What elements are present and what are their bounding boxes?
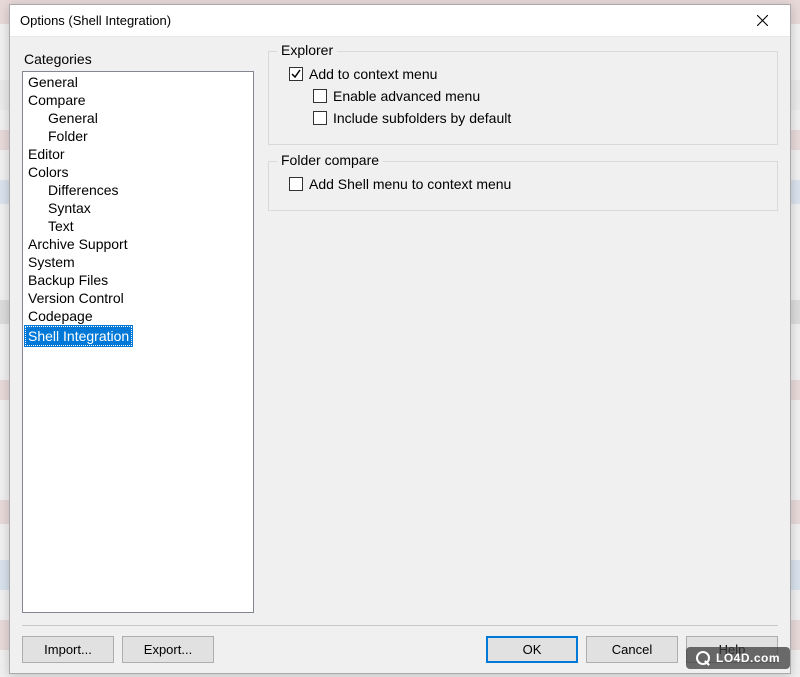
categories-label: Categories (24, 51, 254, 67)
category-item[interactable]: Syntax (24, 198, 95, 218)
watermark-text: LO4D.com (716, 651, 780, 665)
category-item[interactable]: Codepage (24, 306, 97, 326)
add-context-menu-checkbox[interactable] (289, 67, 303, 81)
magnify-icon (696, 651, 710, 665)
export-button[interactable]: Export... (122, 636, 214, 663)
enable-advanced-menu-label: Enable advanced menu (333, 86, 480, 106)
category-item[interactable]: Shell Integration (24, 325, 133, 347)
category-item[interactable]: Archive Support (24, 234, 132, 254)
include-subfolders-label: Include subfolders by default (333, 108, 511, 128)
categories-column: Categories GeneralCompareGeneralFolderEd… (22, 51, 254, 613)
category-item[interactable]: Compare (24, 90, 90, 110)
explorer-group-title: Explorer (277, 42, 337, 58)
close-icon (757, 15, 768, 26)
explorer-group: Explorer Add to context menu Enable adva… (268, 51, 778, 145)
watermark: LO4D.com (686, 647, 790, 669)
add-context-menu-row[interactable]: Add to context menu (289, 64, 765, 84)
add-context-menu-label: Add to context menu (309, 64, 437, 84)
window-title: Options (Shell Integration) (20, 13, 742, 28)
dialog-body: Categories GeneralCompareGeneralFolderEd… (10, 37, 790, 673)
add-shell-menu-checkbox[interactable] (289, 177, 303, 191)
main-row: Categories GeneralCompareGeneralFolderEd… (22, 51, 778, 613)
import-button[interactable]: Import... (22, 636, 114, 663)
categories-list[interactable]: GeneralCompareGeneralFolderEditorColorsD… (22, 71, 254, 613)
category-item[interactable]: General (24, 108, 102, 128)
close-button[interactable] (742, 7, 782, 35)
options-dialog: Options (Shell Integration) Categories G… (9, 4, 791, 674)
include-subfolders-checkbox[interactable] (313, 111, 327, 125)
category-item[interactable]: Backup Files (24, 270, 112, 290)
cancel-button[interactable]: Cancel (586, 636, 678, 663)
category-item[interactable]: Colors (24, 162, 72, 182)
category-item[interactable]: Version Control (24, 288, 128, 308)
ok-button[interactable]: OK (486, 636, 578, 663)
titlebar: Options (Shell Integration) (10, 5, 790, 37)
enable-advanced-menu-row[interactable]: Enable advanced menu (313, 86, 765, 106)
category-item[interactable]: System (24, 252, 79, 272)
settings-column: Explorer Add to context menu Enable adva… (268, 51, 778, 613)
include-subfolders-row[interactable]: Include subfolders by default (313, 108, 765, 128)
add-shell-menu-row[interactable]: Add Shell menu to context menu (289, 174, 765, 194)
folder-compare-group-title: Folder compare (277, 152, 383, 168)
separator (22, 625, 778, 626)
check-icon (291, 69, 301, 79)
category-item[interactable]: General (24, 72, 82, 92)
add-shell-menu-label: Add Shell menu to context menu (309, 174, 511, 194)
category-item[interactable]: Differences (24, 180, 123, 200)
category-item[interactable]: Folder (24, 126, 92, 146)
category-item[interactable]: Text (24, 216, 78, 236)
folder-compare-group: Folder compare Add Shell menu to context… (268, 161, 778, 211)
button-row: Import... Export... OK Cancel Help (22, 636, 778, 663)
category-item[interactable]: Editor (24, 144, 69, 164)
enable-advanced-menu-checkbox[interactable] (313, 89, 327, 103)
